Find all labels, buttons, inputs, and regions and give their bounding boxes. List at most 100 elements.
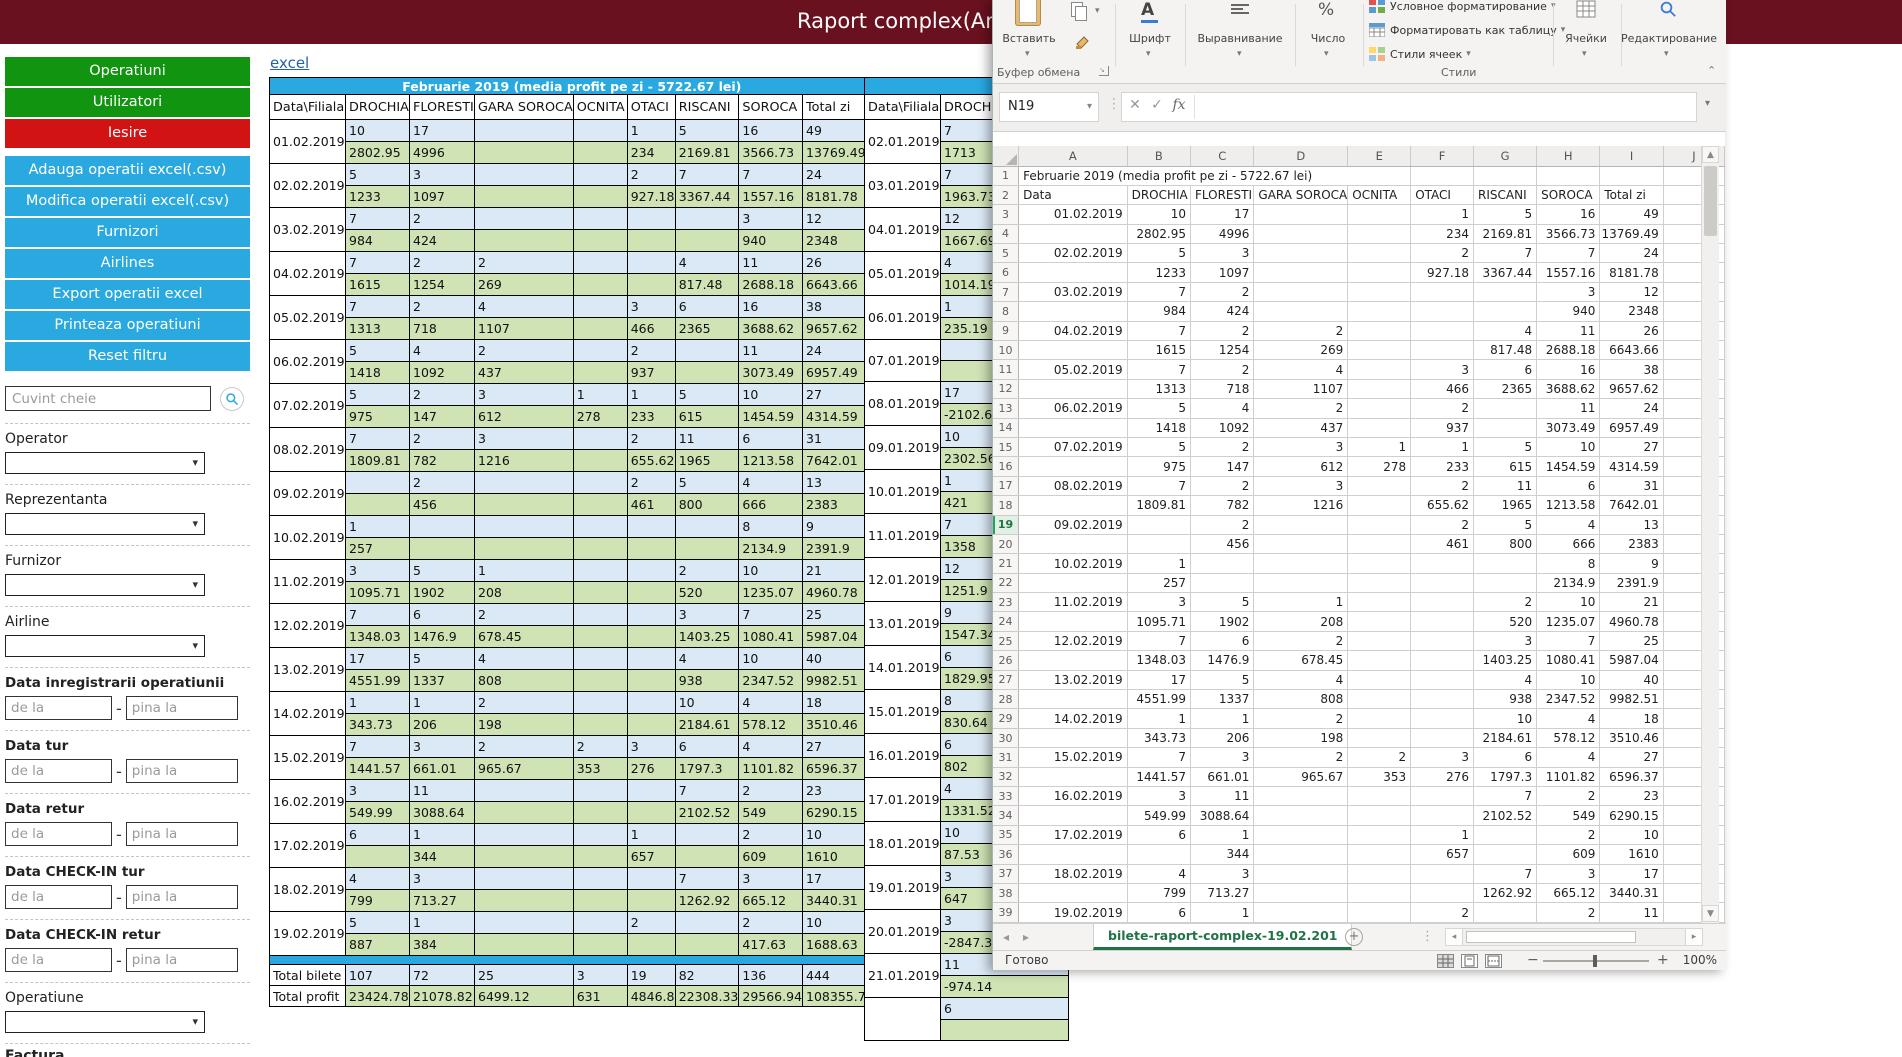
grid-cell[interactable]: 7: [1127, 321, 1190, 340]
grid-cell[interactable]: 7: [1127, 282, 1190, 301]
grid-cell[interactable]: 2: [1190, 282, 1253, 301]
grid-cell[interactable]: 1: [1127, 554, 1190, 573]
grid-cell[interactable]: 808: [1254, 690, 1348, 709]
grid-cell[interactable]: [1348, 341, 1411, 360]
grid-cell[interactable]: 3: [1190, 244, 1253, 263]
sidebar-button-modifica-operatii-excel-csv[interactable]: Modifica operatii excel(.csv): [5, 187, 250, 216]
grid-cell[interactable]: 6290.15: [1600, 806, 1663, 825]
column-header-i[interactable]: I: [1600, 146, 1663, 166]
grid-cell[interactable]: [1019, 534, 1128, 553]
scroll-down-icon[interactable]: ▼: [1702, 905, 1719, 922]
grid-cell[interactable]: 1097: [1190, 263, 1253, 282]
grid-cell[interactable]: 6: [1127, 903, 1190, 922]
grid-cell[interactable]: 5: [1190, 593, 1253, 612]
grid-cell[interactable]: 1235.07: [1537, 612, 1600, 631]
grid-cell[interactable]: 4: [1254, 360, 1348, 379]
grid-cell[interactable]: [1411, 690, 1474, 709]
grid-cell[interactable]: 49: [1600, 205, 1663, 224]
column-header-b[interactable]: B: [1127, 146, 1190, 166]
format-painter-icon[interactable]: [1075, 34, 1091, 53]
grid-cell[interactable]: 19.02.2019: [1019, 903, 1128, 922]
grid-cell[interactable]: 615: [1474, 457, 1537, 476]
grid-cell[interactable]: 17.02.2019: [1019, 825, 1128, 844]
grid-cell[interactable]: 10: [1537, 593, 1600, 612]
grid-cell[interactable]: 7: [1537, 631, 1600, 650]
grid-cell[interactable]: 353: [1348, 767, 1411, 786]
grid-cell[interactable]: 5: [1127, 437, 1190, 456]
grid-cell[interactable]: [1411, 593, 1474, 612]
grid-cell[interactable]: 3073.49: [1537, 418, 1600, 437]
grid-cell[interactable]: 05.02.2019: [1019, 360, 1128, 379]
grid-cell[interactable]: [1348, 883, 1411, 902]
select-operatiune[interactable]: ▾: [5, 1011, 205, 1033]
paste-caret-icon[interactable]: ▾: [1025, 49, 1030, 59]
grid-cell[interactable]: [1254, 787, 1348, 806]
row-header-29[interactable]: 29: [993, 709, 1019, 728]
grid-cell[interactable]: [1348, 554, 1411, 573]
grid-cell[interactable]: 1403.25: [1474, 651, 1537, 670]
grid-cell[interactable]: RISCANI: [1474, 185, 1537, 204]
grid-cell[interactable]: 16.02.2019: [1019, 787, 1128, 806]
grid-cell[interactable]: [1411, 282, 1474, 301]
select-furnizor[interactable]: ▾: [5, 574, 205, 596]
grid-cell[interactable]: [1254, 573, 1348, 592]
grid-cell[interactable]: 2: [1537, 787, 1600, 806]
sidebar-button-iesire[interactable]: Iesire: [5, 119, 250, 148]
editing-group-label[interactable]: Редактирование: [1621, 32, 1715, 45]
row-header-6[interactable]: 6: [993, 263, 1019, 282]
grid-cell[interactable]: [1411, 864, 1474, 883]
grid-cell[interactable]: 1233: [1127, 263, 1190, 282]
grid-cell[interactable]: 234: [1411, 224, 1474, 243]
row-header-5[interactable]: 5: [993, 244, 1019, 263]
grid-cell[interactable]: [1348, 728, 1411, 747]
tab-options-icon[interactable]: ⋮: [1421, 929, 1434, 944]
row-header-17[interactable]: 17: [993, 476, 1019, 495]
grid-cell[interactable]: 5: [1474, 205, 1537, 224]
name-box[interactable]: N19 ▾: [999, 92, 1099, 122]
grid-cell[interactable]: 2134.9: [1537, 573, 1600, 592]
grid-cell[interactable]: 344: [1190, 845, 1253, 864]
grid-cell[interactable]: [1254, 883, 1348, 902]
grid-cell[interactable]: [1254, 806, 1348, 825]
grid-cell[interactable]: [1348, 263, 1411, 282]
grid-cell[interactable]: 343.73: [1127, 728, 1190, 747]
grid-cell[interactable]: [1411, 166, 1474, 185]
grid-cell[interactable]: [1190, 573, 1253, 592]
grid-cell[interactable]: [1348, 379, 1411, 398]
sidebar-button-airlines[interactable]: Airlines: [5, 249, 250, 278]
grid-cell[interactable]: 2: [1190, 515, 1253, 534]
grid-cell[interactable]: 21: [1600, 593, 1663, 612]
grid-cell[interactable]: 2365: [1474, 379, 1537, 398]
grid-cell[interactable]: 1: [1190, 825, 1253, 844]
grid-cell[interactable]: 25: [1600, 631, 1663, 650]
sidebar-button-reset-filtru[interactable]: Reset filtru: [5, 342, 250, 371]
grid-cell[interactable]: 4: [1474, 321, 1537, 340]
grid-cell[interactable]: [1348, 806, 1411, 825]
grid-cell[interactable]: 9: [1600, 554, 1663, 573]
vertical-scroll-thumb[interactable]: [1704, 166, 1717, 236]
date-from-input-data-check-in-tur[interactable]: [5, 885, 112, 909]
grid-cell[interactable]: [1254, 263, 1348, 282]
grid-cell[interactable]: 1095.71: [1127, 612, 1190, 631]
row-header-18[interactable]: 18: [993, 496, 1019, 515]
grid-cell[interactable]: 1254: [1190, 341, 1253, 360]
grid-cell[interactable]: [1019, 612, 1128, 631]
grid-cell[interactable]: 1902: [1190, 612, 1253, 631]
row-header-13[interactable]: 13: [993, 399, 1019, 418]
normal-view-icon[interactable]: [1437, 954, 1454, 968]
name-box-caret-icon[interactable]: ▾: [1087, 93, 1092, 121]
grid-cell[interactable]: OTACI: [1411, 185, 1474, 204]
expand-formula-bar-icon[interactable]: ▾: [1705, 98, 1710, 109]
grid-cell[interactable]: 6643.66: [1600, 341, 1663, 360]
grid-cell[interactable]: 1: [1348, 437, 1411, 456]
cells-caret-icon[interactable]: ▾: [1582, 49, 1587, 59]
grid-cell[interactable]: 965.67: [1254, 767, 1348, 786]
scroll-right-icon[interactable]: ▸: [1685, 929, 1702, 945]
number-group-label[interactable]: Число: [1295, 32, 1361, 45]
grid-cell[interactable]: [1254, 554, 1348, 573]
grid-cell[interactable]: 198: [1254, 728, 1348, 747]
grid-cell[interactable]: [1019, 457, 1128, 476]
grid-cell[interactable]: 1313: [1127, 379, 1190, 398]
row-header-32[interactable]: 32: [993, 767, 1019, 786]
grid-cell[interactable]: 14.02.2019: [1019, 709, 1128, 728]
